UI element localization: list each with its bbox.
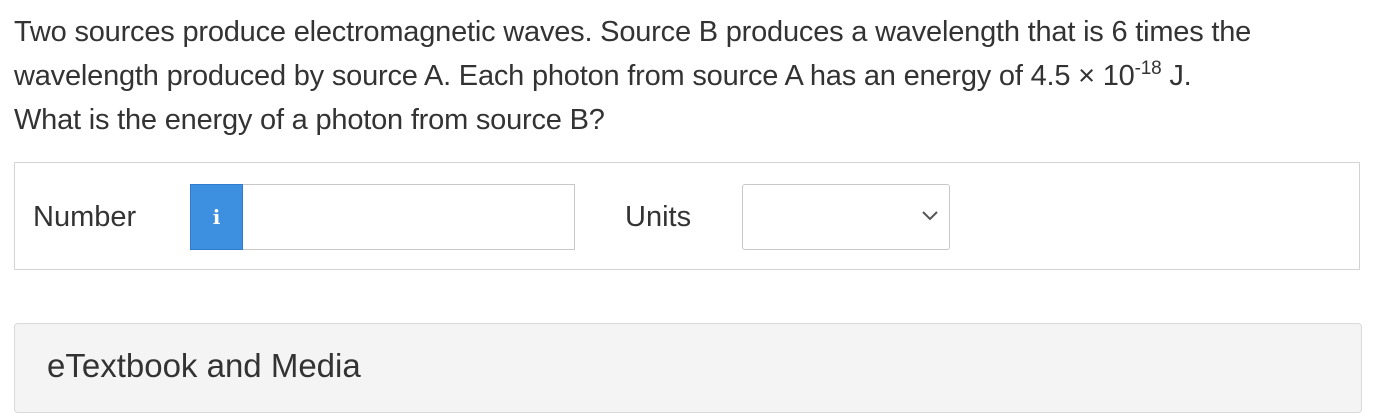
answer-box: Number i Units [14,162,1360,270]
question-text: Two sources produce electromagnetic wave… [14,10,1366,142]
units-select[interactable] [742,184,950,250]
number-input[interactable] [243,184,575,250]
question-line-3: What is the energy of a photon from sour… [14,104,605,136]
energy-exponent: -18 [1134,58,1162,79]
etextbook-media-title: eTextbook and Media [47,347,361,384]
chevron-down-icon [922,211,938,221]
units-label: Units [625,201,692,233]
energy-unit: J. [1161,60,1192,92]
number-label: Number [33,201,137,233]
question-line-1: Two sources produce electromagnetic wave… [14,16,1252,48]
info-button[interactable]: i [190,184,243,250]
question-line-2: wavelength produced by source A. Each ph… [14,54,1366,98]
question-line-2-text: wavelength produced by source A. Each ph… [14,60,1135,92]
info-icon: i [212,205,221,229]
